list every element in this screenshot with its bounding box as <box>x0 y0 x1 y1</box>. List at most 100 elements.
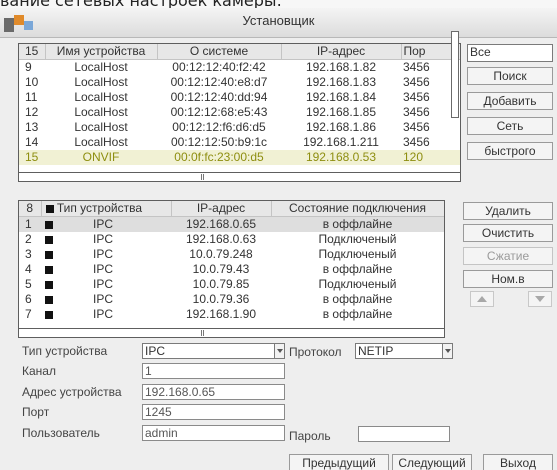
row-type: IPC <box>92 232 113 246</box>
device-filter-select[interactable]: Все <box>467 44 553 62</box>
row-checkbox[interactable] <box>45 250 53 259</box>
chevron-down-icon <box>442 344 452 358</box>
protocol-value: NETIP <box>358 344 394 358</box>
row-number: 3 <box>25 247 32 261</box>
row-number: 5 <box>25 277 32 291</box>
row-number: 14 <box>25 135 39 149</box>
row-type-cell: IPC <box>41 277 171 292</box>
row-port: 3456 <box>403 135 430 149</box>
row-checkbox[interactable] <box>45 295 53 304</box>
row-checkbox[interactable] <box>45 220 53 229</box>
row-type: IPC <box>92 307 113 321</box>
renumber-button[interactable]: Ном.в <box>463 270 553 288</box>
device-type-select[interactable]: IPC <box>142 343 285 359</box>
added-devices-grid[interactable]: 8 Тип устройства IP-адрес Состояние подк… <box>18 200 445 338</box>
row-checkbox[interactable] <box>45 280 53 289</box>
protocol-label: Протокол <box>289 345 342 359</box>
row-type: IPC <box>92 277 113 291</box>
quick-setup-button[interactable]: быстрого <box>467 142 553 160</box>
added-header-ip[interactable]: IP-адрес <box>171 201 272 217</box>
table-row[interactable]: 6 IPC 10.0.79.36 в оффлайне <box>19 292 444 307</box>
row-number: 6 <box>25 292 32 306</box>
table-row[interactable]: 11 LocalHost 00:12:12:40:dd:94 192.168.1.84… <box>19 90 460 105</box>
delete-button[interactable]: Удалить <box>463 202 553 220</box>
channel-label: Канал <box>22 364 56 378</box>
added-devices-header: 8 Тип устройства IP-адрес Состояние подк… <box>19 201 444 217</box>
select-all-checkbox[interactable] <box>45 204 54 213</box>
added-header-count: 8 <box>19 201 42 217</box>
table-row[interactable]: 12 LocalHost 00:12:12:68:e5:43 192.168.1.85… <box>19 105 460 120</box>
row-device-name: LocalHost <box>74 90 128 104</box>
header-ip[interactable]: IP-адрес <box>281 44 402 60</box>
search-button[interactable]: Поиск <box>467 67 553 85</box>
move-down-button[interactable] <box>528 291 552 307</box>
header-system[interactable]: О системе <box>157 44 282 60</box>
row-mac: 00:12:12:40:dd:94 <box>170 90 268 104</box>
row-ip: 192.168.0.63 <box>185 232 257 246</box>
row-number: 15 <box>19 150 45 165</box>
table-row[interactable]: 14 LocalHost 00:12:12:50:b9:1c 192.168.1.21… <box>19 135 460 150</box>
compress-button[interactable]: Сжатие <box>463 247 553 265</box>
password-field[interactable] <box>358 426 450 442</box>
table-row[interactable]: 4 IPC 10.0.79.43 в оффлайне <box>19 262 444 277</box>
row-number: 7 <box>25 307 32 321</box>
row-device-name: ONVIF <box>45 150 157 165</box>
row-device-name: LocalHost <box>74 120 128 134</box>
row-type: IPC <box>92 262 113 276</box>
search-hscrollbar[interactable] <box>19 172 460 181</box>
clear-button[interactable]: Очистить <box>463 224 553 242</box>
row-number: 4 <box>25 262 32 276</box>
row-status: Подключеный <box>318 232 397 246</box>
table-row[interactable]: 7 IPC 192.168.1.90 в оффлайне <box>19 307 444 322</box>
device-address-field[interactable]: 192.168.0.65 <box>142 384 285 400</box>
row-ip: 192.168.1.83 <box>305 75 377 89</box>
row-device-name: LocalHost <box>74 135 128 149</box>
row-ip: 10.0.79.36 <box>192 292 250 306</box>
added-devices-table: 8 Тип устройства IP-адрес Состояние подк… <box>19 201 444 322</box>
next-button[interactable]: Следующий <box>392 454 472 470</box>
row-type: IPC <box>92 292 113 306</box>
table-row[interactable]: 5 IPC 10.0.79.85 Подключеный <box>19 277 444 292</box>
added-header-type[interactable]: Тип устройства <box>41 201 172 217</box>
row-type-cell: IPC <box>41 262 171 277</box>
search-results-grid[interactable]: 15 Имя устройства О системе IP-адрес Пор… <box>18 43 461 182</box>
row-ip: 192.168.0.53 <box>281 150 401 165</box>
table-row[interactable]: 10 LocalHost 00:12:12:40:e8:d7 192.168.1.83… <box>19 75 460 90</box>
network-button[interactable]: Сеть <box>467 117 553 135</box>
row-checkbox[interactable] <box>45 235 53 244</box>
added-hscrollbar[interactable] <box>19 328 444 337</box>
prev-button[interactable]: Предыдущий <box>289 454 389 470</box>
arrow-down-icon <box>535 296 545 302</box>
row-status: в оффлайне <box>322 292 393 306</box>
row-ip: 10.0.79.85 <box>192 277 250 291</box>
row-ip: 192.168.1.82 <box>305 60 377 74</box>
table-row[interactable]: 13 LocalHost 00:12:12:f6:d6:d5 192.168.1.86… <box>19 120 460 135</box>
window-title: Установщик <box>242 13 315 28</box>
row-checkbox[interactable] <box>45 265 53 274</box>
table-row[interactable]: 9 LocalHost 00:12:12:40:f2:42 192.168.1.82 3… <box>19 60 460 76</box>
move-up-button[interactable] <box>470 291 494 307</box>
user-field[interactable]: admin <box>142 425 285 441</box>
header-count: 15 <box>19 44 46 60</box>
port-field[interactable]: 1245 <box>142 404 285 420</box>
row-type-cell: IPC <box>41 247 171 262</box>
table-row[interactable]: 2 IPC 192.168.0.63 Подключеный <box>19 232 444 247</box>
channel-field[interactable]: 1 <box>142 363 285 379</box>
search-hscroll-thumb[interactable] <box>201 174 204 180</box>
table-row[interactable]: 1 IPC 192.168.0.65 в оффлайне <box>19 216 444 232</box>
add-button[interactable]: Добавить <box>467 92 553 110</box>
header-device-name[interactable]: Имя устройства <box>45 44 158 60</box>
search-vscrollbar[interactable] <box>451 31 459 118</box>
protocol-select[interactable]: NETIP <box>355 343 453 359</box>
row-ip: 192.168.1.90 <box>185 307 257 321</box>
exit-button[interactable]: Выход <box>483 454 553 470</box>
added-header-status[interactable]: Состояние подключения <box>271 201 444 217</box>
row-checkbox[interactable] <box>45 310 53 319</box>
table-row[interactable]: 3 IPC 10.0.79.248 Подключеный <box>19 247 444 262</box>
row-type-cell: IPC <box>41 292 171 307</box>
row-port: 3456 <box>403 120 430 134</box>
row-status: в оффлайне <box>271 216 444 232</box>
added-hscroll-thumb[interactable] <box>201 330 204 336</box>
row-mac: 00:12:12:40:e8:d7 <box>170 75 268 89</box>
table-row[interactable]: 15 ONVIF 00:0f:fc:23:00:d5 192.168.0.53 120 <box>19 150 460 165</box>
